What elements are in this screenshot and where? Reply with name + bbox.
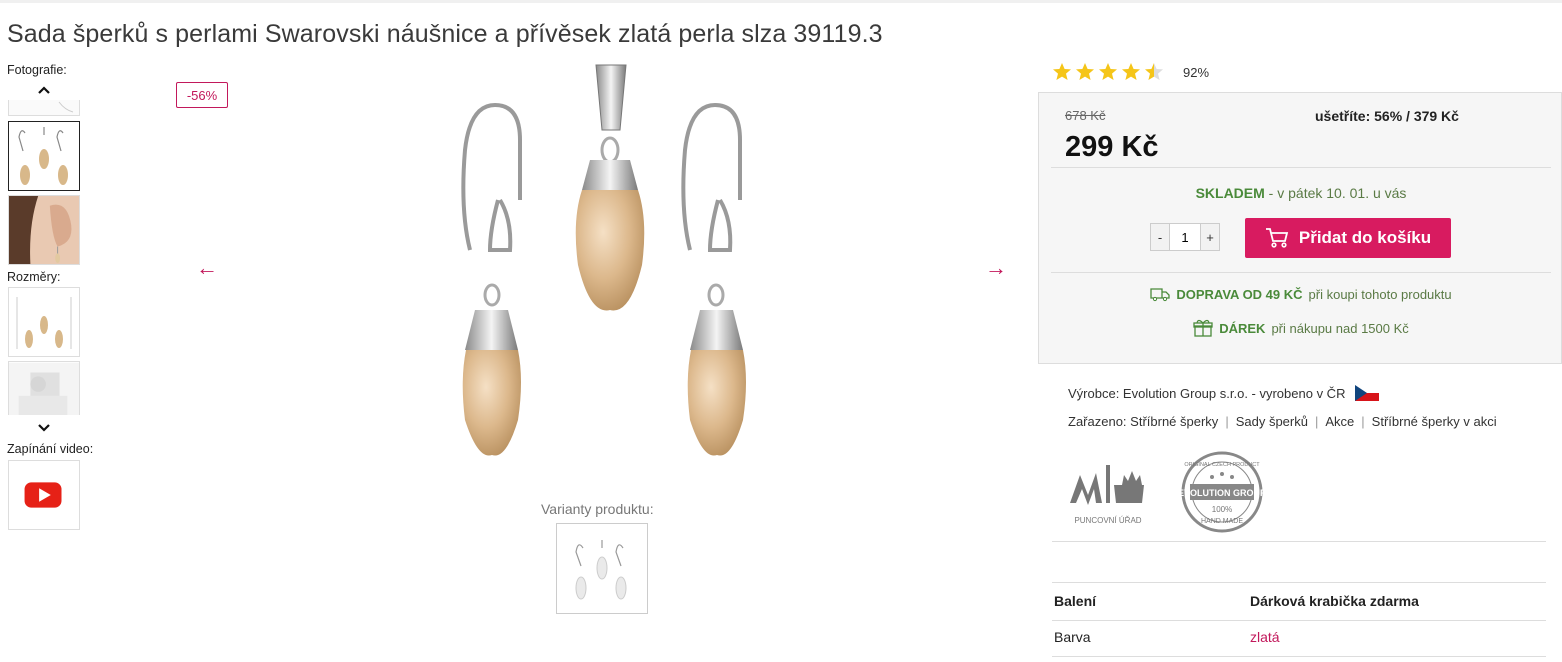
spec-key-packaging: Balení — [1054, 593, 1097, 609]
category-link[interactable]: Stříbrné šperky v akci — [1372, 414, 1497, 429]
divider — [1052, 656, 1546, 657]
top-border — [0, 0, 1562, 3]
thumbnail-model-ear[interactable] — [8, 195, 80, 265]
product-title: Sada šperků s perlami Swarovski náušnice… — [7, 20, 883, 48]
czech-flag-icon — [1355, 385, 1380, 401]
categories: Zařazeno: Stříbrné šperky | Sady šperků | Ak… — [1068, 414, 1497, 429]
gift-info: DÁREK při nákupu nad 1500 Kč — [1039, 319, 1562, 337]
category-link[interactable]: Akce — [1325, 414, 1354, 429]
variants-label: Varianty produktu: — [541, 501, 654, 517]
youtube-play-icon — [9, 461, 79, 529]
divider — [1052, 582, 1546, 583]
evolution-pct-text: 100% — [1212, 505, 1232, 514]
chevron-up-icon[interactable] — [36, 84, 52, 96]
evolution-mid-text: EVOLUTION GROUP — [1180, 488, 1264, 498]
stock-status: SKLADEM - v pátek 10. 01. u vás — [1039, 185, 1562, 201]
category-link[interactable]: Sady šperků — [1236, 414, 1308, 429]
main-product-image — [461, 64, 746, 456]
shipping-bold: DOPRAVA OD 49 KČ — [1176, 286, 1303, 302]
video-label: Zapínání video: — [7, 442, 94, 456]
thumbnail-product-set[interactable] — [8, 121, 80, 191]
shipping-info: DOPRAVA OD 49 KČ při koupi tohoto produkt… — [1039, 286, 1562, 302]
thumbnail-video[interactable] — [8, 460, 80, 530]
category-link[interactable]: Stříbrné šperky — [1130, 414, 1218, 429]
cart-icon — [1265, 228, 1289, 248]
thumbnail-partial[interactable] — [8, 100, 80, 116]
thumbnail-packaging[interactable] — [8, 361, 80, 415]
truck-icon — [1150, 288, 1171, 302]
quantity-plus-button[interactable]: + — [1201, 224, 1219, 250]
old-price: 678 Kč — [1065, 108, 1106, 123]
divider — [1051, 272, 1551, 273]
savings: ušetříte: 56% / 379 Kč — [1315, 108, 1459, 124]
add-to-cart-label: Přidat do košíku — [1298, 228, 1432, 247]
gift-rest: při nákupu nad 1500 Kč — [1271, 320, 1409, 336]
spec-key-color: Barva — [1054, 629, 1091, 645]
spec-value-packaging: Dárková krabička zdarma — [1250, 593, 1419, 609]
categories-label: Zařazeno: — [1068, 414, 1131, 429]
rating: 92% — [1052, 62, 1209, 82]
stock-label: SKLADEM — [1195, 185, 1265, 201]
evolution-top-text: ORIGINAL CZECH PRODUCT — [1184, 462, 1260, 468]
next-image-arrow[interactable]: → — [985, 255, 1007, 281]
delivery-date: - v pátek 10. 01. u vás — [1264, 185, 1407, 201]
rating-percent: 92% — [1183, 64, 1210, 80]
divider — [1052, 541, 1546, 542]
puncovni-urad-logo: PUNCOVNÍ ÚŘAD — [1070, 465, 1144, 525]
gift-icon — [1193, 319, 1213, 337]
puncovni-text: PUNCOVNÍ ÚŘAD — [1074, 516, 1141, 525]
evolution-group-logo: EVOLUTION GROUP ORIGINAL CZECH PRODUCT 1… — [1180, 451, 1264, 533]
photos-label: Fotografie: — [7, 63, 67, 77]
shipping-rest: při koupi tohoto produktu — [1308, 286, 1452, 302]
star-rating-icon — [1053, 63, 1163, 80]
discount-badge: -56% — [176, 82, 228, 108]
gift-bold: DÁREK — [1219, 320, 1266, 336]
thumbnail-dimensions[interactable] — [8, 287, 80, 357]
maker-info: Výrobce: Evolution Group s.r.o. - vyrobe… — [1068, 385, 1380, 401]
quantity-stepper[interactable]: - + — [1150, 223, 1220, 251]
chevron-down-icon[interactable] — [36, 422, 52, 434]
evolution-bottom-text: HAND MADE — [1201, 518, 1243, 525]
spec-value-color[interactable]: zlatá — [1250, 629, 1280, 645]
dimensions-label: Rozměry: — [7, 270, 61, 284]
maker-text: Výrobce: Evolution Group s.r.o. - vyrobe… — [1068, 385, 1346, 401]
divider — [1051, 167, 1551, 168]
quantity-input[interactable] — [1169, 224, 1201, 250]
price-box: 678 Kč ušetříte: 56% / 379 Kč 299 Kč SKL… — [1038, 92, 1562, 364]
quantity-minus-button[interactable]: - — [1151, 224, 1169, 250]
prev-image-arrow[interactable]: ← — [196, 255, 218, 281]
add-to-cart-button[interactable]: Přidat do košíku — [1245, 218, 1451, 258]
variant-white-pearl[interactable] — [556, 523, 648, 614]
current-price: 299 Kč — [1065, 131, 1159, 163]
divider — [1052, 620, 1546, 621]
